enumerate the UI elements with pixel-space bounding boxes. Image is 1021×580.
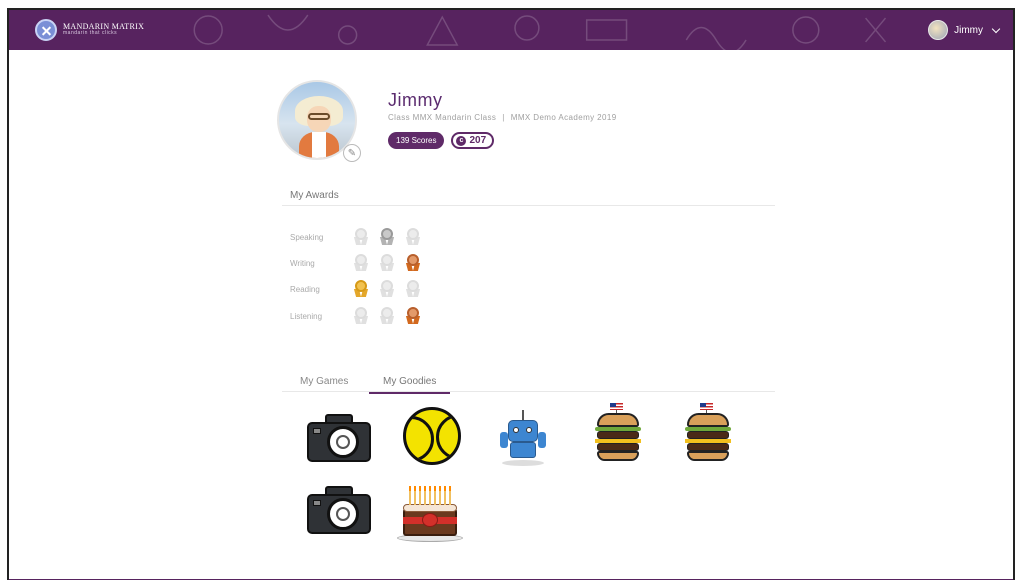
silver-medal-icon bbox=[376, 227, 402, 247]
award-skill-label: Listening bbox=[290, 311, 323, 321]
award-row-speaking: Speaking bbox=[290, 227, 428, 247]
brand-logo[interactable]: MANDARIN MATRIX mandarin that clicks bbox=[35, 19, 144, 41]
award-skill-label: Speaking bbox=[290, 232, 324, 242]
award-row-reading: Reading bbox=[290, 279, 428, 299]
locked-medal-icon bbox=[350, 306, 376, 326]
coin-icon: c bbox=[456, 135, 467, 146]
profile-class-info: Class MMX Mandarin Class | MMX Demo Academ… bbox=[388, 113, 617, 122]
award-skill-label: Reading bbox=[290, 284, 320, 294]
locked-medal-icon bbox=[350, 227, 376, 247]
tab-my-games[interactable]: My Games bbox=[300, 376, 348, 392]
locked-medal-icon bbox=[376, 253, 402, 273]
goodie-burger[interactable] bbox=[583, 403, 653, 465]
games-goodies-tabs: My Games My Goodies bbox=[282, 370, 775, 394]
award-row-listening: Listening bbox=[290, 306, 428, 326]
top-navigation-bar: MANDARIN MATRIX mandarin that clicks Jim… bbox=[9, 10, 1013, 50]
locked-medal-icon bbox=[350, 253, 376, 273]
awards-divider bbox=[282, 205, 775, 206]
gold-medal-icon bbox=[350, 279, 376, 299]
goodie-burger[interactable] bbox=[673, 403, 743, 465]
pencil-icon: ✎ bbox=[347, 147, 357, 159]
locked-medal-icon bbox=[376, 279, 402, 299]
bronze-medal-icon bbox=[402, 306, 428, 326]
award-skill-label: Writing bbox=[290, 258, 315, 268]
chevron-down-icon bbox=[991, 24, 1001, 33]
bronze-medal-icon bbox=[402, 253, 428, 273]
edit-avatar-button[interactable]: ✎ bbox=[343, 144, 361, 162]
coins-badge: c 207 bbox=[451, 132, 495, 149]
scores-badge: 139 Scores bbox=[388, 132, 445, 149]
awards-section-title: My Awards bbox=[290, 190, 339, 201]
brand-tagline: mandarin that clicks bbox=[63, 30, 118, 36]
award-row-writing: Writing bbox=[290, 253, 428, 273]
locked-medal-icon bbox=[376, 306, 402, 326]
tab-my-goodies[interactable]: My Goodies bbox=[369, 376, 451, 394]
app-window: MANDARIN MATRIX mandarin that clicks Jim… bbox=[7, 8, 1015, 580]
header-doodle-pattern bbox=[193, 14, 887, 50]
profile-header: ✎ Jimmy Class MMX Mandarin Class | MMX Dem… bbox=[277, 80, 777, 170]
locked-medal-icon bbox=[402, 279, 428, 299]
user-menu-name: Jimmy bbox=[954, 24, 983, 36]
mandarin-matrix-logo-icon bbox=[35, 19, 57, 41]
brand-name: MANDARIN MATRIX bbox=[63, 22, 145, 31]
goodie-tennis-ball[interactable] bbox=[397, 404, 467, 466]
goodie-camera[interactable] bbox=[305, 480, 375, 542]
goodie-robot[interactable] bbox=[488, 406, 558, 468]
locked-medal-icon bbox=[402, 227, 428, 247]
coins-count: 207 bbox=[469, 135, 487, 146]
profile-name: Jimmy bbox=[388, 90, 443, 110]
academy-name: MMX Demo Academy 2019 bbox=[510, 113, 617, 122]
class-separator: | bbox=[502, 113, 505, 122]
goodie-birthday-cake[interactable] bbox=[395, 484, 465, 546]
goodie-camera[interactable] bbox=[305, 408, 375, 470]
user-avatar bbox=[928, 20, 949, 40]
user-menu-dropdown[interactable]: Jimmy bbox=[928, 20, 1001, 40]
class-name: Class MMX Mandarin Class bbox=[388, 113, 497, 122]
